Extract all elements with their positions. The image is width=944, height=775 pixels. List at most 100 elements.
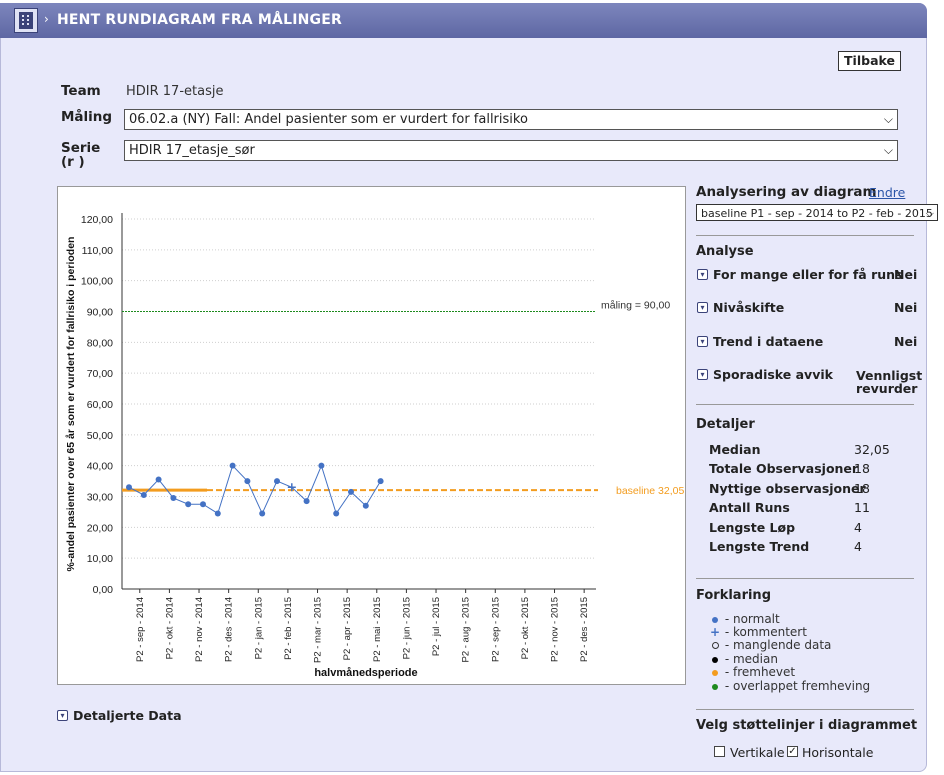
- baseline-label: baseline 32,05: [616, 485, 684, 497]
- divider: [696, 578, 914, 579]
- expand-icon[interactable]: ▾: [57, 710, 68, 721]
- legend-label: - fremhevet: [724, 665, 796, 679]
- data-point: [200, 501, 206, 508]
- legend-label: - normalt: [724, 612, 780, 626]
- data-point: [185, 501, 192, 508]
- building-icon: [14, 8, 38, 33]
- data-point: [362, 502, 369, 509]
- data-point: [229, 462, 236, 469]
- series-select[interactable]: HDIR 17_etasje_sør ⌵: [124, 140, 898, 161]
- y-tick-label: 50,00: [87, 430, 113, 442]
- detail-label: Median: [709, 442, 761, 457]
- expand-icon[interactable]: ▾: [697, 336, 708, 347]
- legend-label: - overlappet fremheving: [724, 679, 871, 693]
- y-tick-label: 120,00: [81, 214, 113, 226]
- x-tick-label: P2 - mar - 2015: [313, 597, 324, 663]
- median-dot-icon: [712, 656, 718, 663]
- measurement-label: Måling: [61, 109, 113, 125]
- detail-value: 4: [854, 539, 862, 554]
- run-chart: 0,00 10,00 20,00 30,00 40,00 50,00 60,00 70,00 8…: [57, 186, 686, 685]
- x-tick-label: P2 - okt - 2015: [520, 597, 531, 659]
- divider: [696, 235, 914, 236]
- data-point: [274, 478, 280, 485]
- x-tick-label: P2 - nov - 2015: [550, 597, 561, 662]
- horizontal-gridlines-checkbox[interactable]: ✓: [787, 746, 798, 757]
- data-point: [170, 495, 177, 502]
- expand-icon[interactable]: ▾: [697, 369, 708, 380]
- data-point: [259, 510, 266, 517]
- data-point: [377, 478, 384, 485]
- detail-value: 18: [854, 481, 870, 496]
- x-tick-label: P2 - des - 2015: [579, 597, 590, 662]
- x-tick-label: P2 - apr - 2015: [342, 597, 353, 660]
- detail-label: Antall Runs: [709, 500, 790, 515]
- analysis-title: Analysering av diagram: [696, 184, 877, 200]
- y-tick-label: 30,00: [87, 492, 113, 504]
- data-point: [140, 491, 147, 498]
- legend-label: - kommentert: [724, 625, 807, 639]
- horizontal-gridlines-label: Horisontale: [802, 745, 874, 760]
- legend-title: Forklaring: [696, 588, 771, 603]
- data-point: [155, 476, 162, 483]
- series-label-sub: (r ): [61, 154, 85, 170]
- detail-value: 4: [854, 520, 862, 535]
- x-tick-label: P2 - nov - 2014: [194, 597, 205, 662]
- x-tick-label: P2 - sep - 2014: [135, 597, 146, 662]
- x-tick-label: P2 - jun - 2015: [401, 597, 412, 659]
- detail-label: Lengste Trend: [709, 539, 810, 554]
- legend-item: + - kommentert: [709, 625, 807, 639]
- chart-svg: 0,00 10,00 20,00 30,00 40,00 50,00 60,00 70,00 8…: [65, 213, 684, 679]
- overlap-dot-icon: [712, 683, 718, 690]
- detailed-data-toggle[interactable]: Detaljerte Data: [73, 708, 182, 723]
- page-title: HENT RUNDIAGRAM FRA MÅLINGER: [57, 12, 342, 28]
- back-button[interactable]: Tilbake: [838, 51, 901, 71]
- data-point: [348, 488, 354, 495]
- y-tick-label: 10,00: [87, 553, 113, 565]
- vertical-gridlines-checkbox[interactable]: [714, 746, 725, 757]
- detail-value: 18: [854, 461, 870, 476]
- data-point: [126, 484, 132, 491]
- y-axis-title: %-andel pasienter over 65 år som er vurd…: [65, 237, 77, 572]
- divider: [696, 709, 914, 710]
- detail-value: 11: [854, 500, 870, 515]
- analysis-runs-label: For mange eller for få runs: [713, 267, 903, 282]
- chevron-right-icon: ›: [44, 12, 49, 26]
- measurement-select-value: 06.02.a (NY) Fall: Andel pasienter som e…: [129, 112, 528, 127]
- y-tick-label: 70,00: [87, 368, 113, 380]
- team-label: Team: [61, 83, 101, 99]
- details-title: Detaljer: [696, 417, 755, 432]
- y-tick-label: 20,00: [87, 522, 113, 534]
- y-tick-label: 80,00: [87, 337, 113, 349]
- analysis-runs-value: Nei: [894, 267, 918, 282]
- y-tick-label: 90,00: [87, 307, 113, 319]
- change-link[interactable]: Endre: [869, 185, 905, 200]
- detail-label: Lengste Løp: [709, 520, 796, 535]
- expand-icon[interactable]: ▾: [697, 269, 708, 280]
- y-tick-label: 110,00: [82, 245, 113, 257]
- legend-label: - median: [724, 652, 778, 666]
- detail-label: Totale Observasjoner: [709, 461, 859, 476]
- expand-icon[interactable]: ▾: [697, 302, 708, 313]
- x-tick-label: P2 - aug - 2015: [461, 597, 472, 663]
- analysis-outliers-label: Sporadiske avvik: [713, 367, 833, 382]
- analysis-outliers-value-2: revurder: [856, 381, 918, 396]
- series-select-value: HDIR 17_etasje_sør: [129, 143, 255, 158]
- x-tick-label: P2 - sep - 2015: [490, 597, 501, 662]
- chevron-down-icon: ⌵: [925, 207, 934, 220]
- baseline-select[interactable]: baseline P1 - sep - 2014 to P2 - feb - 2…: [696, 204, 938, 221]
- detail-value: 32,05: [854, 442, 890, 457]
- analysis-section-title: Analyse: [696, 244, 754, 259]
- measurement-select[interactable]: 06.02.a (NY) Fall: Andel pasienter som e…: [124, 109, 898, 130]
- x-tick-label: P2 - jan - 2015: [253, 597, 264, 659]
- gridlines-title: Velg støttelinjer i diagrammet: [696, 718, 918, 733]
- target-label: måling = 90,00: [601, 300, 670, 312]
- baseline-select-value: baseline P1 - sep - 2014 to P2 - feb - 2…: [701, 207, 933, 220]
- title-bar: › HENT RUNDIAGRAM FRA MÅLINGER: [0, 3, 927, 38]
- legend-item: - median: [709, 652, 778, 666]
- x-tick-label: P2 - des - 2014: [224, 597, 235, 662]
- chevron-down-icon: ⌵: [883, 112, 893, 126]
- legend-item: - fremhevet: [709, 665, 795, 679]
- analysis-shift-value: Nei: [894, 300, 918, 315]
- x-tick-label: P2 - jul - 2015: [431, 597, 442, 656]
- detail-label: Nyttige observasjoner: [709, 481, 866, 496]
